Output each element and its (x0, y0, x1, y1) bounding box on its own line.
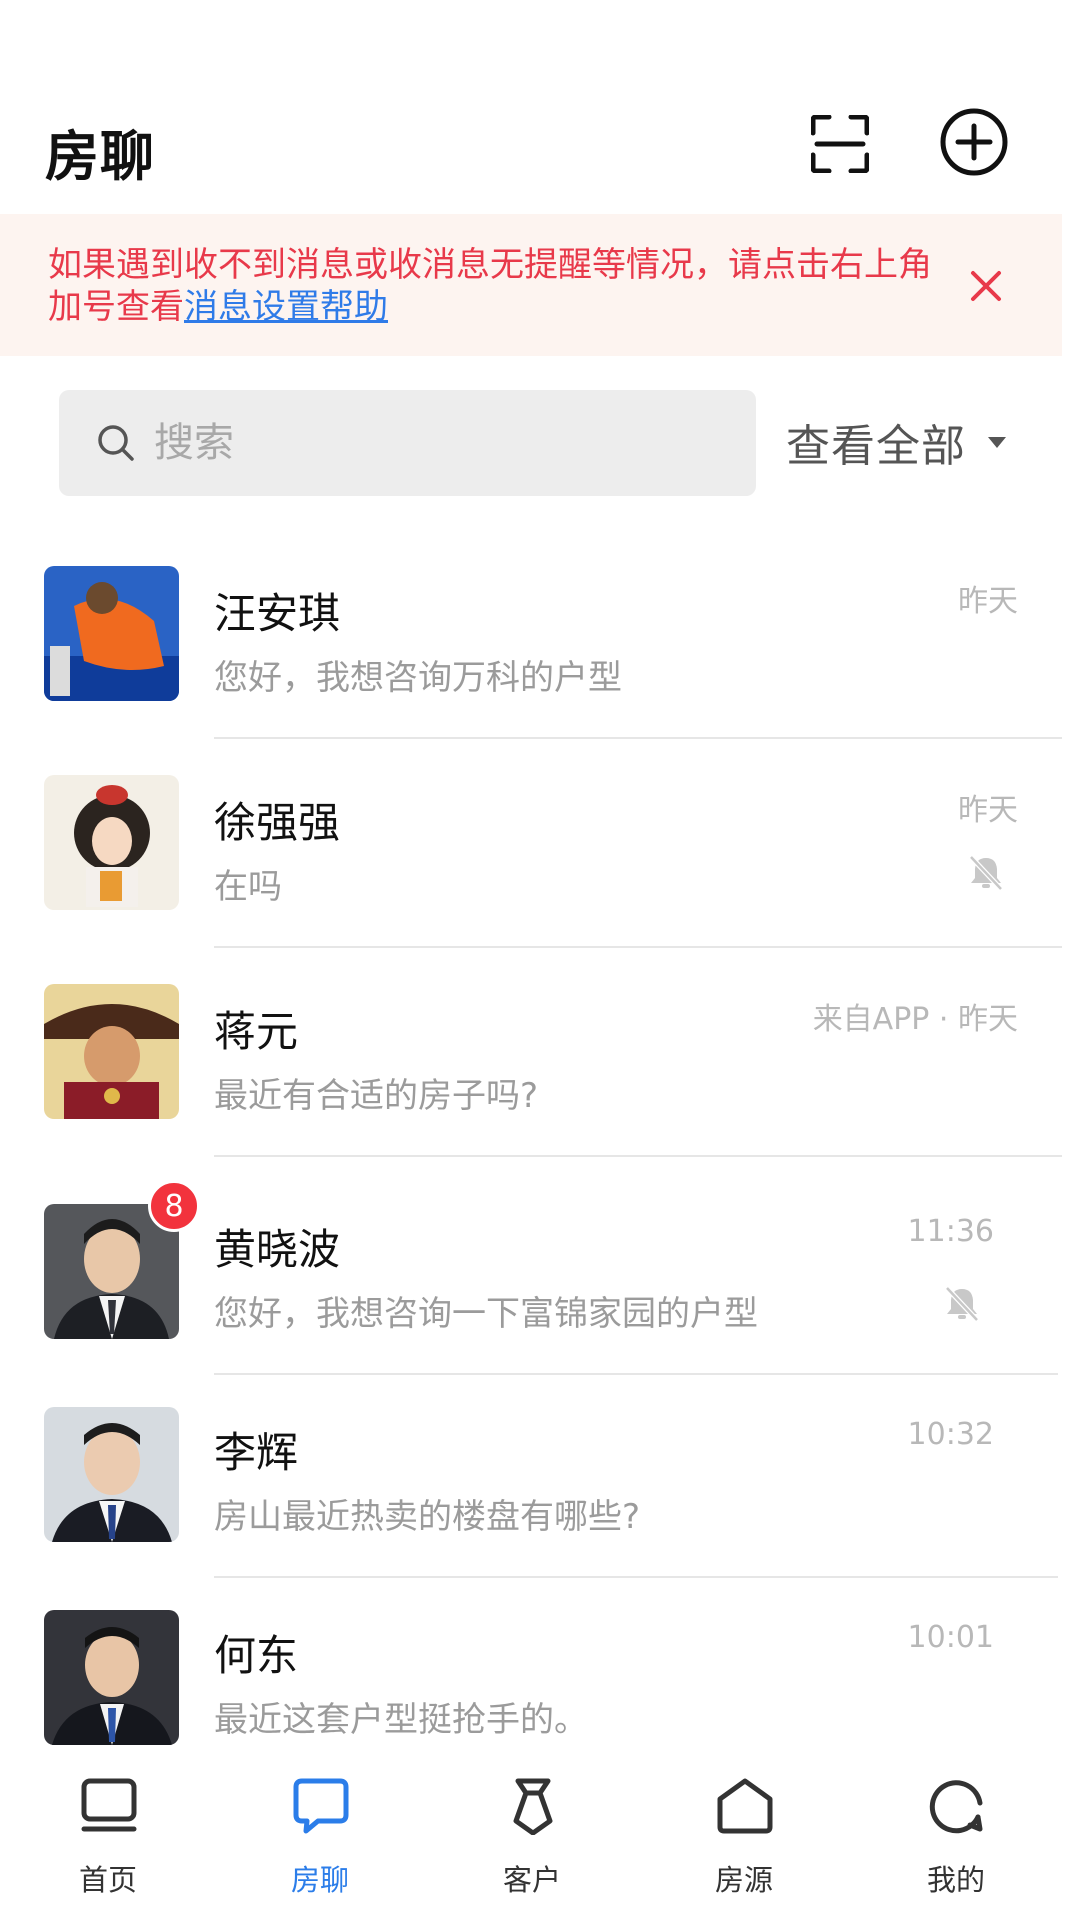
tab-label: 房聊 (290, 1863, 349, 1897)
tab-listings[interactable]: 房源 (674, 1765, 814, 1915)
notice-message: 如果遇到收不到消息或收消息无提醒等情况，请点击右上角加号查看 (48, 245, 932, 327)
divider (214, 1576, 1058, 1578)
chat-name: 徐强强 (214, 798, 341, 847)
chat-time: 昨天 (958, 793, 1018, 828)
tie-icon (513, 1778, 553, 1835)
avatar (44, 1407, 179, 1542)
house-icon (717, 1778, 773, 1834)
monitor-icon (81, 1778, 137, 1832)
app-header: 房聊 (0, 0, 1080, 214)
chat-name: 黄晓波 (214, 1225, 341, 1274)
plus-circle-icon (940, 108, 1008, 176)
chat-preview: 在吗 (214, 867, 282, 907)
tab-label: 我的 (926, 1863, 985, 1897)
mute-bell-icon (945, 1286, 979, 1322)
message-settings-help-link[interactable]: 消息设置帮助 (184, 287, 388, 327)
chat-item[interactable]: 李辉 房山最近热卖的楼盘有哪些? 10:32 (0, 1399, 1080, 1608)
chat-name: 何东 (214, 1631, 299, 1680)
scan-icon (811, 115, 869, 173)
notice-close-button[interactable] (960, 260, 1012, 312)
scan-button[interactable] (800, 104, 880, 184)
divider (214, 1373, 1058, 1375)
tab-profile[interactable]: 我的 (886, 1765, 1026, 1915)
close-icon (971, 271, 1001, 301)
chat-preview: 最近这套户型挺抢手的。 (214, 1700, 588, 1740)
page-title: 房聊 (45, 125, 155, 188)
chat-preview: 您好，我想咨询万科的户型 (214, 658, 622, 698)
bottom-tab-bar: 首页 房聊 客户 房源 我的 (0, 1755, 1080, 1920)
avatar (44, 566, 179, 701)
chat-name: 汪安琪 (214, 589, 341, 638)
chat-name: 蒋元 (214, 1007, 299, 1056)
tab-label: 客户 (502, 1863, 561, 1897)
chat-name: 李辉 (214, 1428, 299, 1477)
notice-text: 如果遇到收不到消息或收消息无提醒等情况，请点击右上角加号查看消息设置帮助 (48, 244, 948, 328)
chat-item[interactable]: 徐强强 在吗 昨天 (0, 769, 1080, 978)
chat-preview: 最近有合适的房子吗? (214, 1076, 539, 1116)
divider (214, 1155, 1062, 1157)
view-filter-dropdown[interactable]: 查看全部 (786, 412, 1006, 472)
notice-banner: 如果遇到收不到消息或收消息无提醒等情况，请点击右上角加号查看消息设置帮助 (0, 214, 1062, 356)
tab-clients[interactable]: 客户 (462, 1765, 602, 1915)
search-icon (98, 425, 134, 461)
chat-preview: 房山最近热卖的楼盘有哪些? (214, 1497, 641, 1537)
avatar (44, 984, 179, 1119)
caret-down-icon (988, 436, 1006, 448)
tab-label: 房源 (714, 1863, 773, 1897)
chat-item[interactable]: 8 黄晓波 您好，我想咨询一下富锦家园的户型 11:36 (0, 1180, 1080, 1405)
mute-bell-icon (969, 855, 1003, 891)
chat-time: 来自APP · 昨天 (812, 1002, 1018, 1037)
divider (214, 737, 1062, 739)
tab-chat[interactable]: 房聊 (250, 1765, 390, 1915)
chat-preview: 您好，我想咨询一下富锦家园的户型 (214, 1294, 758, 1334)
search-input[interactable] (154, 410, 714, 476)
profile-circle-icon (929, 1780, 983, 1834)
chat-time: 10:32 (907, 1417, 994, 1452)
chat-time: 10:01 (907, 1620, 994, 1655)
search-box[interactable] (59, 390, 756, 496)
divider (214, 946, 1062, 948)
unread-badge: 8 (148, 1180, 200, 1232)
add-button[interactable] (934, 102, 1014, 182)
chat-time: 11:36 (907, 1214, 994, 1249)
chat-icon (293, 1778, 349, 1834)
tab-home[interactable]: 首页 (38, 1765, 178, 1915)
avatar (44, 1610, 179, 1745)
tab-label: 首页 (78, 1863, 137, 1897)
filter-label: 查看全部 (786, 421, 966, 472)
chat-item[interactable]: 蒋元 最近有合适的房子吗? 来自APP · 昨天 (0, 978, 1080, 1187)
avatar (44, 775, 179, 910)
chat-item[interactable]: 汪安琪 您好，我想咨询万科的户型 昨天 (0, 560, 1080, 769)
chat-time: 昨天 (958, 584, 1018, 619)
